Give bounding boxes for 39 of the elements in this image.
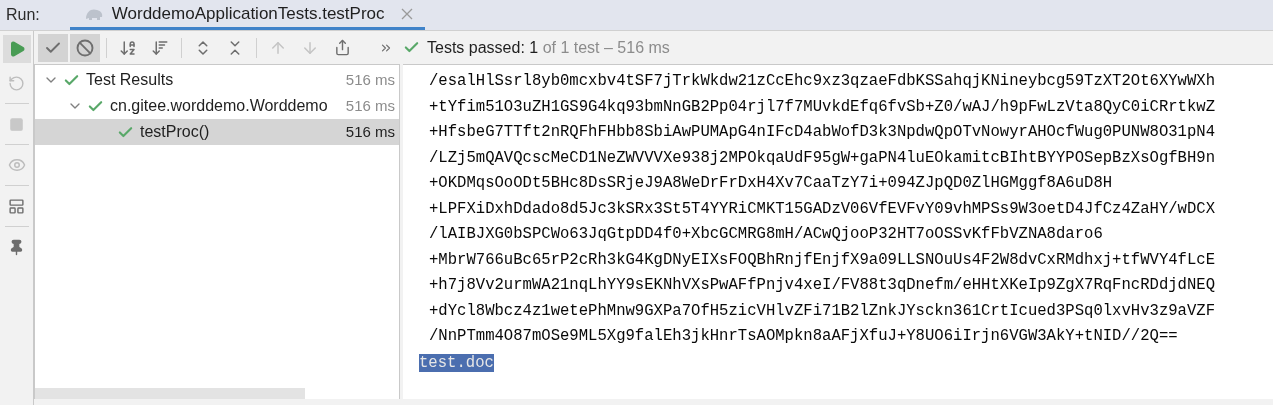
- tree-label: testProc(): [140, 122, 211, 142]
- tree-row[interactable]: Test Results 516 ms: [35, 67, 399, 93]
- sort-alpha-icon: [119, 38, 137, 57]
- tree-label: cn.gitee.worddemo.Worddemo: [110, 96, 329, 116]
- run-button[interactable]: [2, 35, 31, 63]
- console-line: +OKDMqsOoODt5BHc8DsSRjeJ9A8WeDrFrDxH4Xv7CaaTzY7i+094ZJpQD0ZlHGMggf8A6uD8H: [428, 173, 1113, 194]
- console-line: +dYcl8Wbcz4z1wetePhMnw9GXPa7OfH5zicVHlvZFi71B2lZnkJYsckn361CrtIcued3PSq0lxvHv3z9aVZF: [428, 300, 1216, 322]
- console-line: +tYfim51O3uZH1GS9G4kq93bmNnGB2Pp04rjl7f7MUvkdEfq6fvSb+Z0/wAJ/h9pFwLzVta8QyC0iCRrtkwZ: [428, 96, 1216, 118]
- run-tab[interactable]: WorddemoApplicationTests.testProc: [69, 0, 425, 30]
- scrollbar[interactable]: [35, 388, 305, 399]
- test-duration: 516 ms: [345, 69, 395, 90]
- pin-icon: [8, 238, 25, 256]
- sort-duration-icon: [151, 38, 169, 57]
- test-duration: 516 ms: [345, 95, 395, 116]
- test-duration: 516 ms: [345, 121, 395, 142]
- tree-row[interactable]: cn.gitee.worddemo.Worddemo 516 ms: [35, 93, 399, 119]
- show-ignored-toggle[interactable]: [70, 33, 100, 62]
- console-line: +h7j8Vv2urmWA21nqLhYY9sEKNhVXsPwAFfPnjv4xeI/FV88t3qDnefm/eHHtXKeIp9ZgX7RqFncRDdjdNEQ: [428, 275, 1216, 296]
- stop-icon: [9, 116, 24, 132]
- console-line: +MbrW766uBc65rP2cRh3kG4KgDNyEIXsFOQBhRnjfEnjfX9a09LLSNOuUs4F2W8dvCxRMdhxj+tfWVY4fLcE: [428, 249, 1216, 271]
- eye-icon: [7, 156, 26, 174]
- tree-label: Test Results: [86, 70, 175, 90]
- tree-row[interactable]: testProc() 516 ms: [35, 119, 399, 145]
- console-line: +HfsbeG7TTft2nRQFhFHbb8SbiAwPUMApG4nIFcD4abWofD3k3NpdwQpOTvNowyrAHOcfWug0PUNW8O31pN4: [428, 122, 1216, 143]
- export-icon: [333, 39, 351, 56]
- console-output: test.doc: [419, 353, 494, 372]
- console-line: /LZj5mQAVQcscMeCD1NeZWVVVXe938j2MPOkqaUdF95gW+gaPN4luEOkamitcBIhtBYYPOSepBzXsOgfBH9n: [428, 147, 1216, 169]
- elephant-icon: [83, 6, 104, 21]
- console-line: /esalHlSsrl8yb0mcxbv4tSF7jTrkWkdw21zCcEhc9xz3qzaeFdbKSSahqjKNineybcg59TzXT2Ot6XYwWXh: [428, 71, 1216, 92]
- run-label: Run:: [5, 5, 41, 25]
- rerun-icon: [8, 74, 25, 92]
- ban-icon: [76, 38, 94, 57]
- console-line: +LPFXiDxhDdado8d5Jc3kSRx3St5T4YYRiCMKT15GADzV06VfEVFvY09vhMPSs9W3oetD4JfCz4ZaHY/wDCX: [428, 198, 1216, 220]
- layout-icon: [8, 197, 25, 215]
- test-status: Tests passed: 1 of 1 test – 516 ms: [427, 37, 670, 58]
- show-passed-toggle[interactable]: [38, 33, 68, 62]
- console-line: /NnPTmm4O87mOSe9ML5Xg9falEh3jkHnrTsAOMpkn8aAFjXfuJ+Y8UO6iIrjn6VGW3AkY+tNID//2Q==: [428, 326, 1178, 347]
- console-line: /lAIBJXG0bSPCWo63JqGtpDD4f0+XbcGCMRG8mH/ACwQjooP32HT7oOSSvKfFbVZNA8daro6: [428, 224, 1103, 245]
- close-icon[interactable]: [400, 7, 413, 20]
